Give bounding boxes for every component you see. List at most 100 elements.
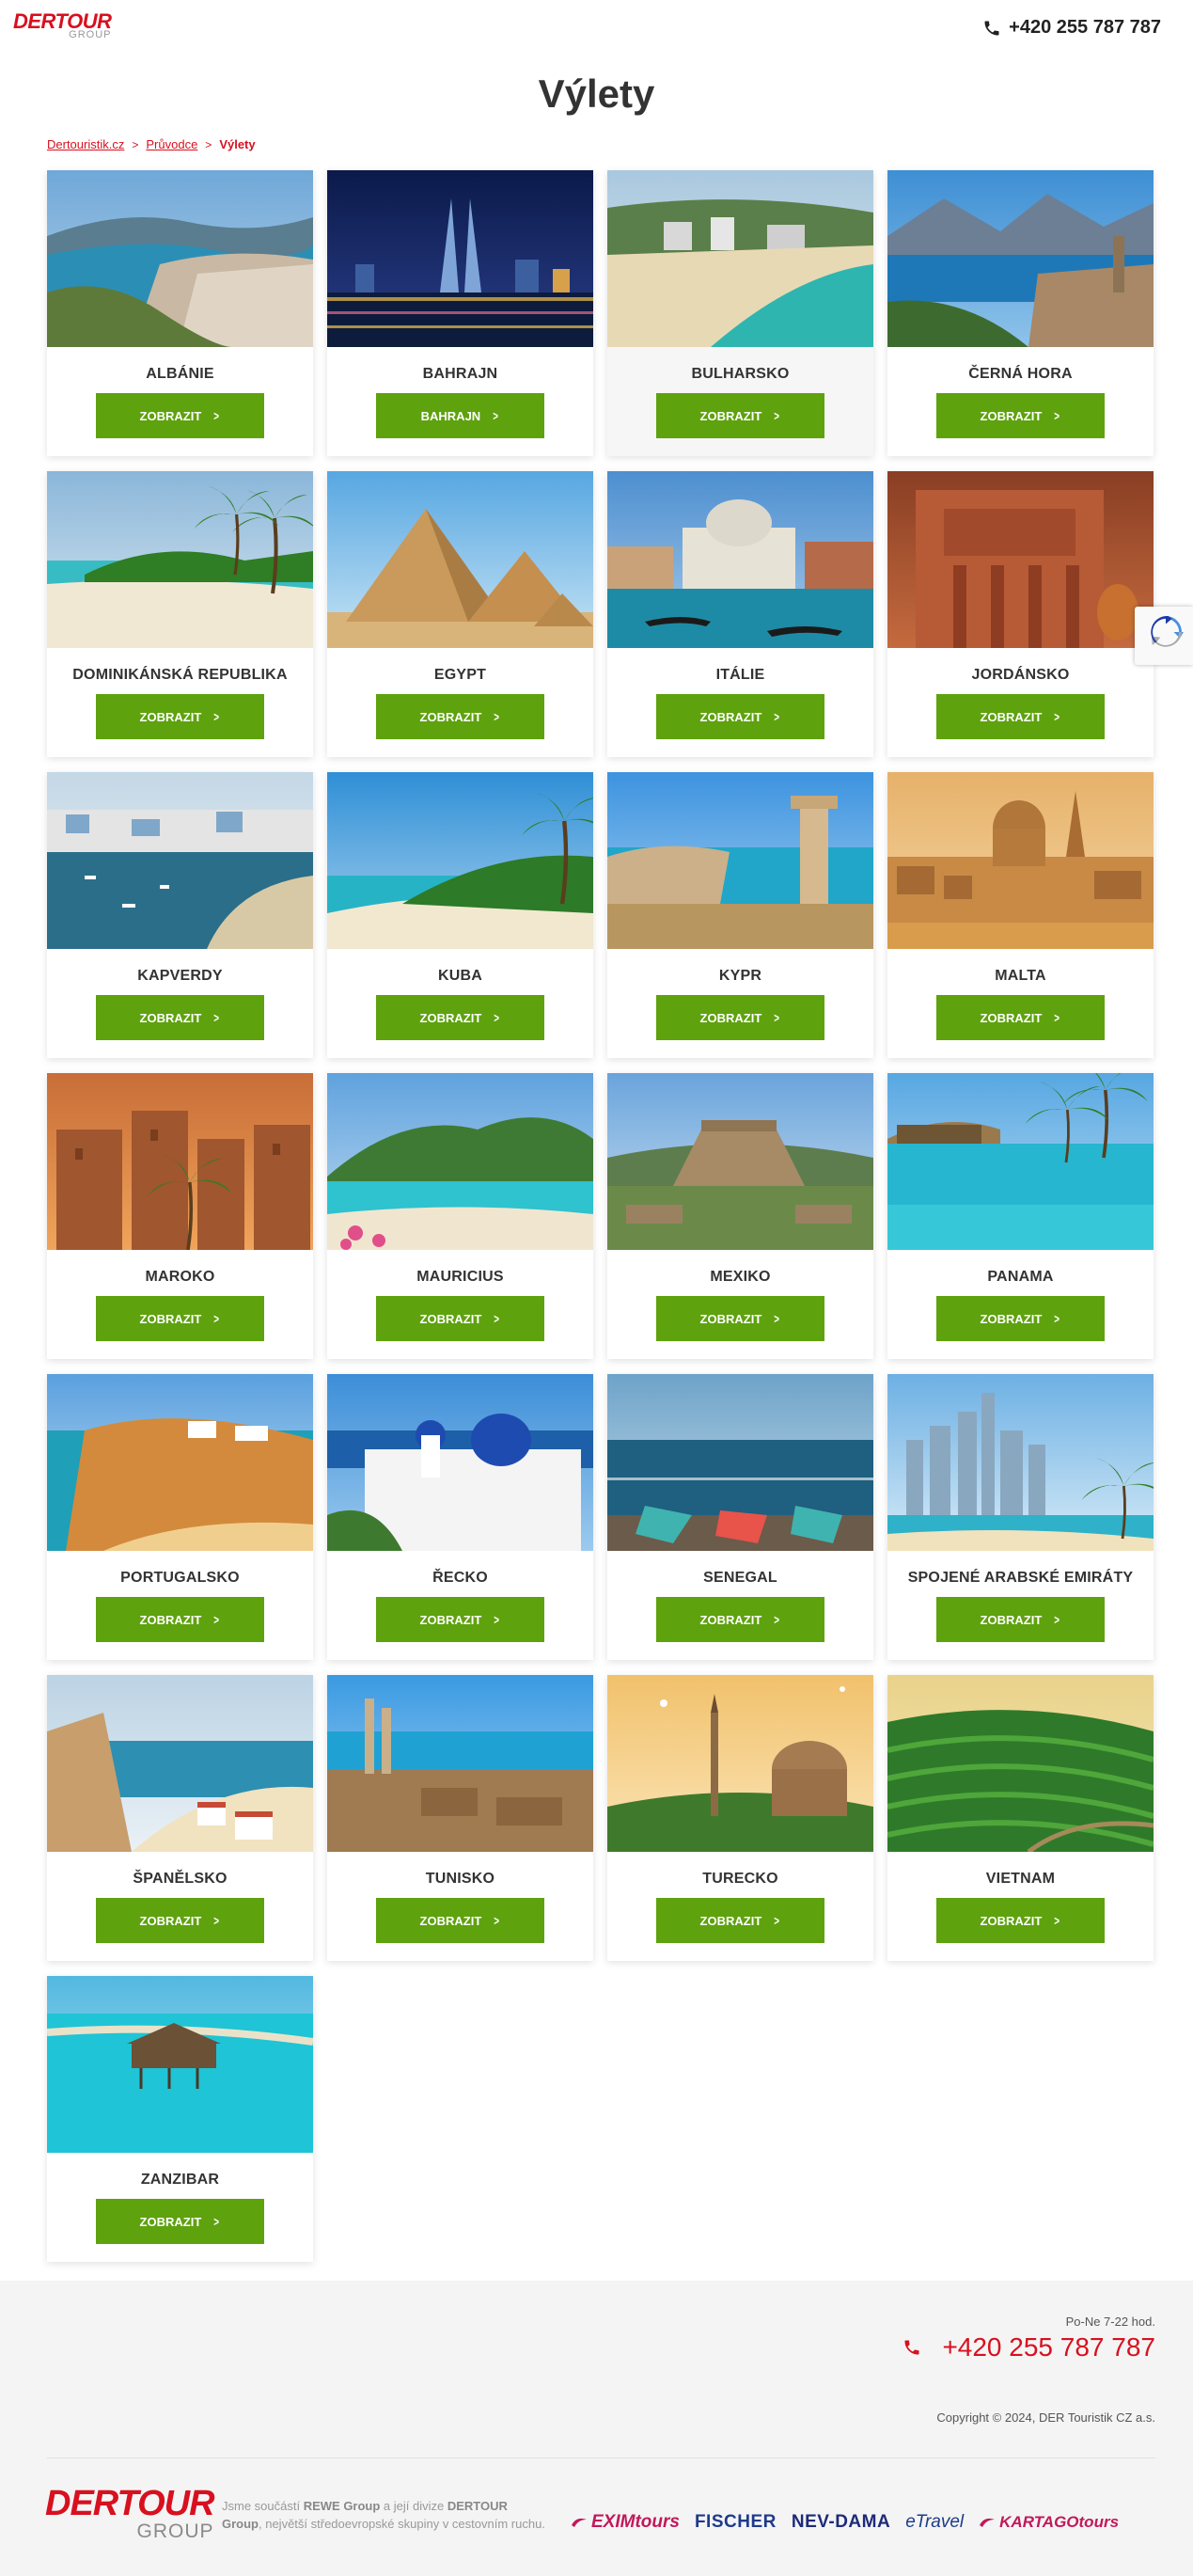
footer-phone-number: +420 255 787 787	[942, 2332, 1155, 2362]
footer-phone-link[interactable]: +420 255 787 787	[903, 2332, 1155, 2363]
destination-card: PANAMA ZOBRAZIT >	[887, 1073, 1154, 1359]
recaptcha-badge[interactable]	[1135, 607, 1193, 665]
destination-photo-image	[607, 170, 873, 347]
destination-photo[interactable]	[47, 1374, 313, 1551]
destination-photo-image	[47, 170, 313, 347]
show-destination-button[interactable]: ZOBRAZIT >	[656, 393, 824, 438]
destination-photo[interactable]	[327, 170, 593, 347]
destination-name: BULHARSKO	[691, 366, 790, 382]
destination-photo[interactable]	[887, 772, 1154, 949]
destination-photo[interactable]	[887, 1374, 1154, 1551]
show-destination-button[interactable]: ZOBRAZIT >	[656, 1597, 824, 1642]
show-destination-button[interactable]: ZOBRAZIT >	[376, 1597, 544, 1642]
destination-photo-image	[607, 1073, 873, 1250]
brand-exim-text: EXIMtours	[591, 2512, 680, 2532]
show-destination-button[interactable]: ZOBRAZIT >	[936, 1296, 1105, 1341]
header-phone-number: +420 255 787 787	[1009, 17, 1161, 38]
destination-photo[interactable]	[327, 471, 593, 648]
chevron-right-icon: >	[213, 1010, 220, 1025]
show-destination-button[interactable]: ZOBRAZIT >	[656, 694, 824, 739]
chevron-right-icon: >	[213, 709, 220, 724]
phone-icon	[984, 21, 999, 35]
show-destination-button[interactable]: ZOBRAZIT >	[376, 995, 544, 1040]
show-button-label: ZOBRAZIT	[139, 1612, 202, 1627]
brand-fischer-text: FISCHER	[694, 2512, 777, 2532]
destination-photo[interactable]	[887, 1073, 1154, 1250]
destination-card: PORTUGALSKO ZOBRAZIT >	[47, 1374, 313, 1660]
show-destination-button[interactable]: BAHRAJN >	[376, 393, 544, 438]
show-button-label: ZOBRAZIT	[980, 1913, 1043, 1928]
brand-nevdama-logo[interactable]: NEV-DAMA	[792, 2512, 890, 2533]
destination-grid: ALBÁNIE ZOBRAZIT > BAHRAJN BAHRAJN > BULHARSKO…	[47, 170, 1155, 2262]
destination-name: MALTA	[995, 968, 1046, 984]
show-button-label: ZOBRAZIT	[980, 1010, 1043, 1025]
show-destination-button[interactable]: ZOBRAZIT >	[936, 995, 1105, 1040]
destination-photo[interactable]	[47, 772, 313, 949]
show-destination-button[interactable]: ZOBRAZIT >	[936, 393, 1105, 438]
footer-dertour-logo[interactable]: DERTOUR GROUP	[45, 2486, 215, 2542]
show-destination-button[interactable]: ZOBRAZIT >	[376, 694, 544, 739]
chevron-right-icon: >	[1054, 1612, 1060, 1627]
brand-exim-logo[interactable]: EXIMtours	[571, 2512, 680, 2533]
show-destination-button[interactable]: ZOBRAZIT >	[936, 1597, 1105, 1642]
brand-etravel-logo[interactable]: eTravel	[905, 2512, 964, 2533]
destination-photo[interactable]	[47, 471, 313, 648]
destination-photo-image	[47, 772, 313, 949]
show-destination-button[interactable]: ZOBRAZIT >	[96, 995, 264, 1040]
show-destination-button[interactable]: ZOBRAZIT >	[656, 1898, 824, 1943]
destination-card: ŘECKO ZOBRAZIT >	[327, 1374, 593, 1660]
destination-photo[interactable]	[607, 1374, 873, 1551]
destination-photo[interactable]	[327, 1374, 593, 1551]
destination-photo[interactable]	[327, 1675, 593, 1852]
destination-name: ŠPANĚLSKO	[133, 1871, 228, 1887]
show-destination-button[interactable]: ZOBRAZIT >	[376, 1898, 544, 1943]
chevron-right-icon: >	[494, 1913, 500, 1928]
show-button-label: ZOBRAZIT	[139, 408, 202, 423]
brand-fischer-logo[interactable]: FISCHER	[695, 2512, 777, 2533]
show-destination-button[interactable]: ZOBRAZIT >	[656, 995, 824, 1040]
destination-photo-image	[47, 1675, 313, 1852]
breadcrumb-home-link[interactable]: Dertouristik.cz	[47, 137, 124, 151]
destination-photo[interactable]	[607, 170, 873, 347]
destination-photo[interactable]	[887, 471, 1154, 648]
destination-photo[interactable]	[47, 170, 313, 347]
destination-photo[interactable]	[607, 1675, 873, 1852]
destination-photo[interactable]	[47, 1976, 313, 2153]
destination-photo[interactable]	[47, 1073, 313, 1250]
chevron-right-icon: >	[1054, 408, 1060, 423]
chevron-right-icon: >	[494, 1311, 500, 1326]
destination-name: KUBA	[437, 968, 483, 984]
show-destination-button[interactable]: ZOBRAZIT >	[376, 1296, 544, 1341]
destination-name: MAROKO	[145, 1269, 215, 1285]
brand-kartago-logo[interactable]: KARTAGOtours	[979, 2513, 1119, 2532]
destination-photo[interactable]	[327, 1073, 593, 1250]
show-destination-button[interactable]: ZOBRAZIT >	[96, 393, 264, 438]
recaptcha-icon	[1151, 616, 1184, 647]
destination-photo[interactable]	[607, 772, 873, 949]
show-destination-button[interactable]: ZOBRAZIT >	[936, 1898, 1105, 1943]
show-button-label: ZOBRAZIT	[699, 709, 762, 724]
dertour-logo[interactable]: DERTOUR GROUP	[13, 11, 112, 40]
show-button-label: ZOBRAZIT	[139, 1311, 202, 1326]
breadcrumb-guide-link[interactable]: Průvodce	[146, 137, 197, 151]
footer-logo-sub: GROUP	[136, 2521, 214, 2542]
destination-photo[interactable]	[607, 1073, 873, 1250]
destination-photo[interactable]	[887, 1675, 1154, 1852]
destination-photo[interactable]	[47, 1675, 313, 1852]
about-mid: a její divize	[380, 2499, 447, 2513]
show-destination-button[interactable]: ZOBRAZIT >	[96, 1296, 264, 1341]
show-destination-button[interactable]: ZOBRAZIT >	[936, 694, 1105, 739]
page-title: Výlety	[538, 71, 655, 116]
header-phone-link[interactable]: +420 255 787 787	[982, 17, 1161, 39]
destination-photo[interactable]	[327, 772, 593, 949]
show-destination-button[interactable]: ZOBRAZIT >	[656, 1296, 824, 1341]
destination-photo[interactable]	[887, 170, 1154, 347]
breadcrumb: Dertouristik.cz > Průvodce > Výlety	[47, 137, 256, 151]
footer-divider	[47, 2457, 1155, 2458]
destination-photo[interactable]	[607, 471, 873, 648]
show-destination-button[interactable]: ZOBRAZIT >	[96, 2199, 264, 2244]
show-destination-button[interactable]: ZOBRAZIT >	[96, 1597, 264, 1642]
destination-name: MEXIKO	[710, 1269, 771, 1285]
show-destination-button[interactable]: ZOBRAZIT >	[96, 694, 264, 739]
show-destination-button[interactable]: ZOBRAZIT >	[96, 1898, 264, 1943]
